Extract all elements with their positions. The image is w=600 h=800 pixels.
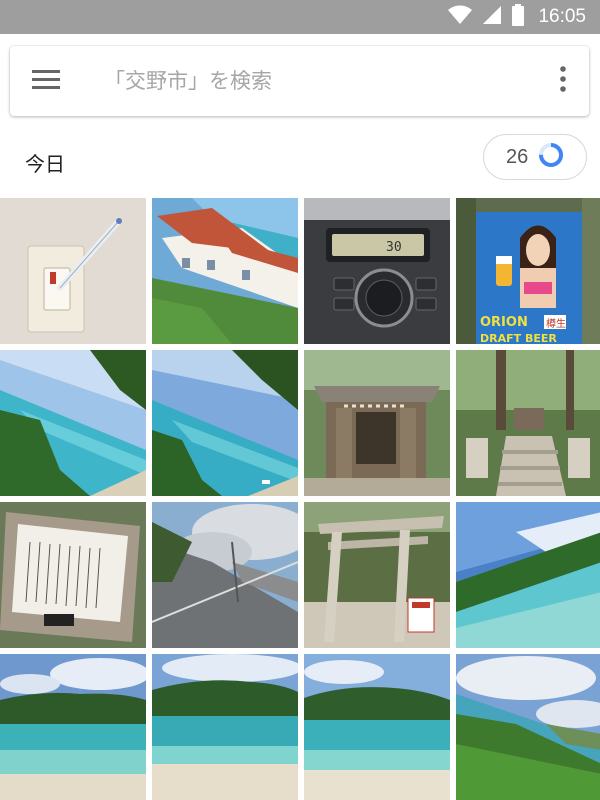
loading-ring-icon [538,142,564,172]
photo-thumbnail[interactable]: 30 [304,198,450,344]
photo-thumbnail[interactable] [304,350,450,496]
photo-thumbnail[interactable] [456,502,600,648]
upload-count: 26 [506,145,529,168]
photo-thumbnail[interactable] [0,654,146,800]
more-vert-icon [559,66,567,96]
photo-thumbnail[interactable] [152,502,298,648]
photo-thumbnail[interactable] [0,502,146,648]
poster-tagline-text: DRAFT BEER [480,332,557,344]
ac-temperature-readout: 30 [386,240,402,255]
status-time: 16:05 [538,6,586,27]
photo-thumbnail[interactable] [456,350,600,496]
menu-button[interactable] [10,46,82,116]
battery-icon [511,4,525,30]
section-date-title: 今日 [25,152,65,176]
search-bar[interactable] [10,46,589,116]
photo-thumbnail[interactable] [152,198,298,344]
photo-thumbnail[interactable] [456,654,600,800]
search-input[interactable] [104,61,537,101]
status-bar: 16:05 [0,0,600,34]
photo-thumbnail[interactable] [0,350,146,496]
photo-grid: 30 ORION 樽生 DRAFT BEER [0,198,600,800]
photo-thumbnail[interactable] [152,350,298,496]
cell-signal-icon [482,5,502,29]
photo-thumbnail[interactable] [304,502,450,648]
more-options-button[interactable] [537,46,589,116]
poster-badge-text: 樽生 [546,317,566,330]
photo-thumbnail[interactable] [0,198,146,344]
hamburger-menu-icon [32,69,60,93]
photo-thumbnail[interactable] [304,654,450,800]
photo-thumbnail[interactable]: ORION 樽生 DRAFT BEER [456,198,600,344]
poster-brand-text: ORION [480,315,528,330]
upload-count-chip[interactable]: 26 [483,134,587,180]
wifi-icon [447,5,473,29]
photo-thumbnail[interactable] [152,654,298,800]
